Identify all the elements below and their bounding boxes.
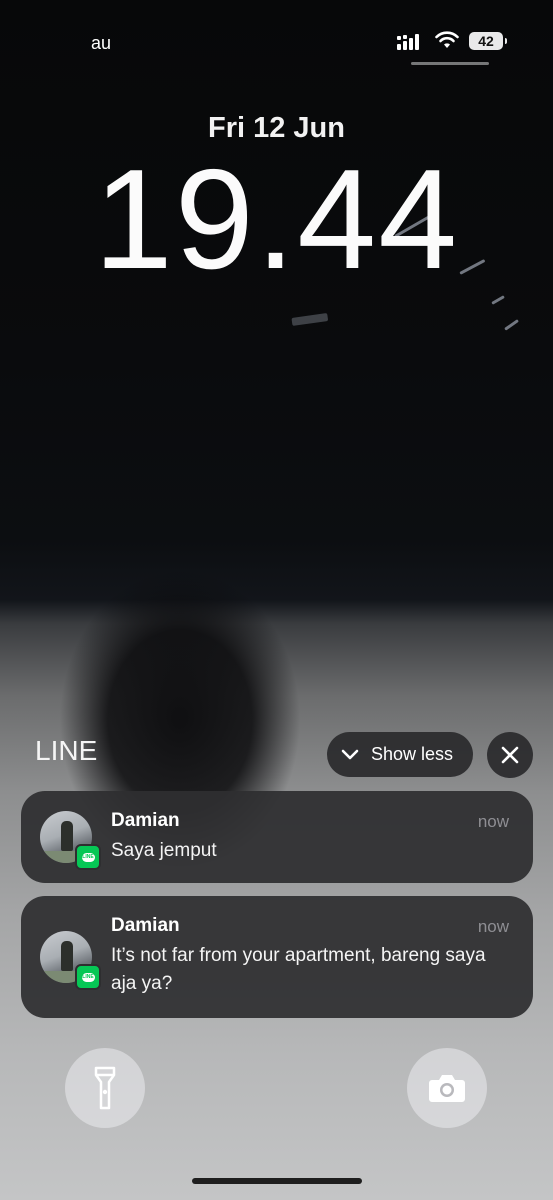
lock-time: 19.44 (93, 140, 460, 299)
signal-icon (397, 34, 423, 55)
notification-message: It’s not far from your apartment, bareng… (111, 945, 486, 994)
light-streak (504, 319, 519, 331)
camera-button[interactable] (407, 1048, 487, 1128)
chevron-down-icon (341, 749, 359, 759)
notification-card[interactable]: LINE Damian now It’s not far from your a… (21, 896, 533, 1018)
notification-sender: Damian (111, 915, 180, 936)
notification-sender: Damian (111, 810, 180, 831)
wifi-icon (435, 31, 459, 54)
notification-card[interactable]: LINE Damian now Saya jemput (21, 791, 533, 883)
status-bar: au 42 (0, 30, 553, 56)
notification-time: now (477, 917, 509, 936)
flashlight-icon (94, 1066, 116, 1110)
flashlight-button[interactable] (65, 1048, 145, 1128)
status-underline (411, 62, 489, 65)
camera-icon (429, 1075, 465, 1102)
battery-icon: 42 (469, 32, 507, 50)
light-streak (291, 313, 329, 326)
notification-group-title: LINE (35, 735, 98, 766)
notification-message: Saya jemput (111, 840, 217, 861)
notification-time: now (477, 812, 509, 831)
carrier-label: au (91, 33, 112, 53)
show-less-label: Show less (371, 744, 454, 764)
line-app-icon: LINE (75, 964, 101, 990)
line-app-icon: LINE (75, 844, 101, 870)
show-less-button[interactable]: Show less (327, 732, 473, 777)
clear-notifications-button[interactable] (487, 732, 533, 778)
close-icon (501, 746, 519, 764)
home-indicator[interactable] (192, 1178, 362, 1184)
